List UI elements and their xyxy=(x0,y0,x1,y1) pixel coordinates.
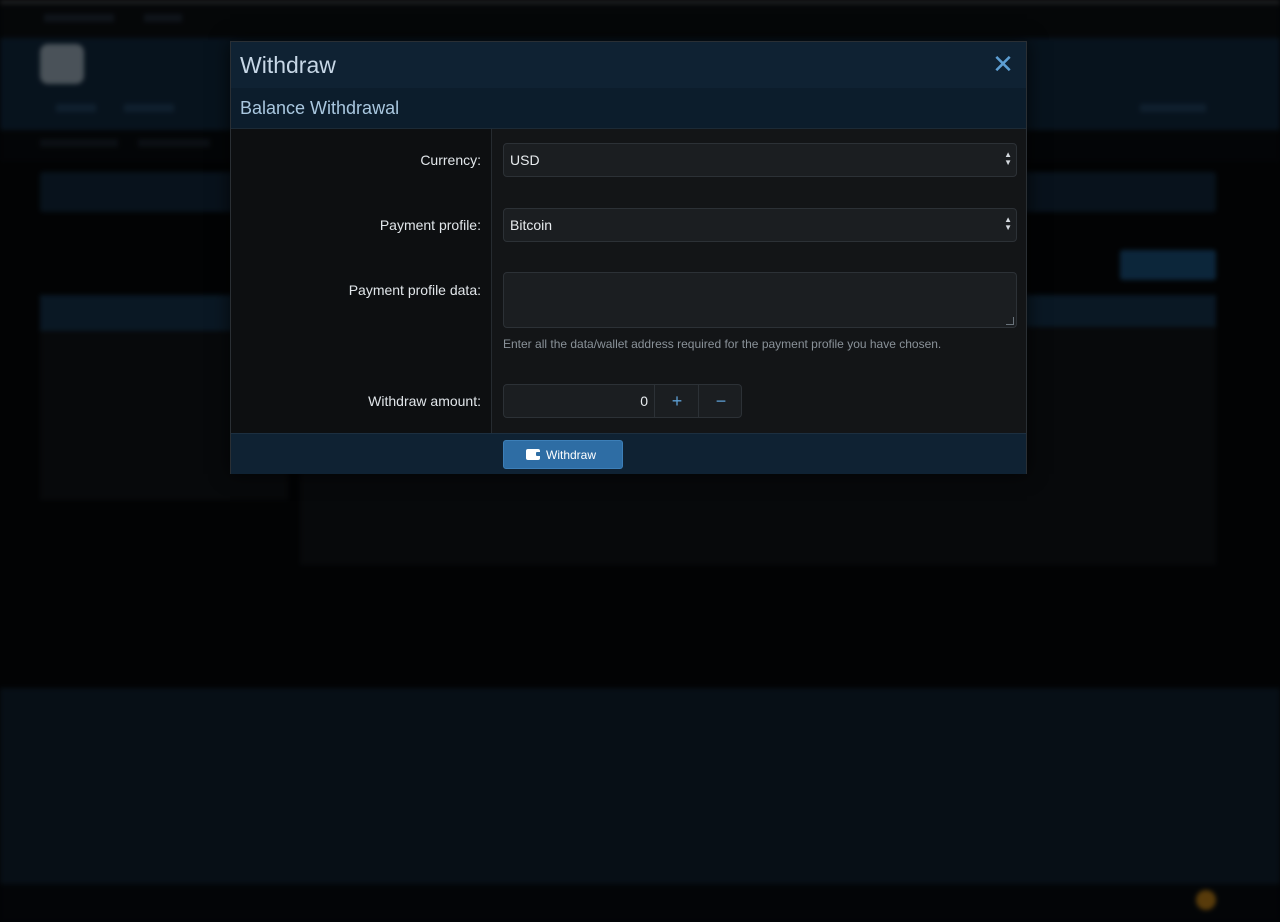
payment-profile-select[interactable]: Bitcoin ▲ ▼ xyxy=(503,208,1017,242)
amount-input[interactable]: 0 xyxy=(504,385,654,417)
close-icon[interactable]: ✕ xyxy=(989,50,1017,78)
modal-title: Withdraw xyxy=(240,52,336,78)
currency-value: USD xyxy=(510,152,540,168)
select-arrows-icon: ▲ ▼ xyxy=(1004,150,1012,167)
section-header: Balance Withdrawal xyxy=(231,88,1026,129)
payment-profile-data-textarea[interactable] xyxy=(503,272,1017,328)
increment-button[interactable]: + xyxy=(654,385,699,417)
withdraw-modal: Withdraw ✕ Balance Withdrawal Currency: … xyxy=(230,41,1027,474)
modal-footer: Withdraw xyxy=(231,433,1026,474)
payment-profile-label: Payment profile: xyxy=(379,217,481,233)
currency-label: Currency: xyxy=(420,152,481,168)
payment-profile-data-label: Payment profile data: xyxy=(348,282,481,298)
resize-grip-icon[interactable] xyxy=(1006,317,1014,325)
select-arrows-icon: ▲ ▼ xyxy=(1004,215,1012,232)
amount-label: Withdraw amount: xyxy=(368,393,481,409)
amount-stepper: 0 + − xyxy=(503,384,742,418)
currency-select[interactable]: USD ▲ ▼ xyxy=(503,143,1017,177)
withdraw-submit-button[interactable]: Withdraw xyxy=(503,440,623,469)
wallet-icon xyxy=(526,449,541,460)
label-column xyxy=(231,129,492,433)
modal-header: Withdraw ✕ xyxy=(231,42,1026,89)
payment-profile-data-hint: Enter all the data/wallet address requir… xyxy=(503,337,942,351)
payment-profile-value: Bitcoin xyxy=(510,217,553,233)
withdraw-submit-label: Withdraw xyxy=(546,448,597,462)
decrement-button[interactable]: − xyxy=(698,385,741,417)
section-title: Balance Withdrawal xyxy=(240,98,400,118)
